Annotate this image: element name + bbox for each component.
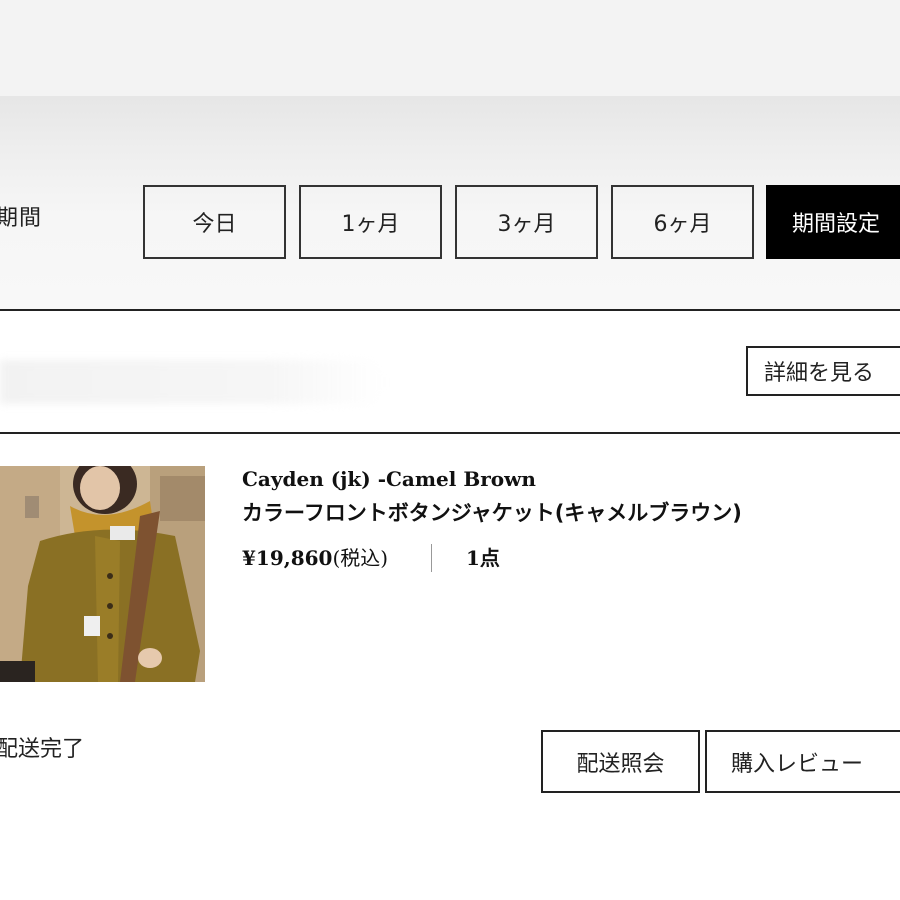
- period-custom-button[interactable]: 期間設定: [766, 185, 900, 259]
- tax-note: (税込): [332, 546, 389, 570]
- period-6month-button[interactable]: 6ヶ月: [611, 185, 754, 259]
- order-header-redacted: [0, 360, 385, 404]
- product-name[interactable]: カラーフロントボタンジャケット(キャメルブラウン): [242, 497, 742, 527]
- header-band: [0, 0, 900, 96]
- view-details-button[interactable]: 詳細を見る: [746, 346, 900, 396]
- filter-section: [0, 96, 900, 310]
- divider: [0, 309, 900, 311]
- track-delivery-button[interactable]: 配送照会: [541, 730, 700, 793]
- price-separator: [431, 544, 432, 572]
- delivery-status: 配送完了: [0, 737, 85, 762]
- product-thumbnail[interactable]: [0, 466, 205, 682]
- divider: [0, 432, 900, 434]
- write-review-button[interactable]: 購入レビュー: [705, 730, 900, 793]
- product-price: ¥19,860(税込): [242, 542, 388, 571]
- product-quantity: 1点: [466, 546, 500, 570]
- period-3month-button[interactable]: 3ヶ月: [455, 185, 598, 259]
- jacket-photo: [0, 466, 205, 682]
- product-brand-name[interactable]: Cayden (jk) -Camel Brown: [242, 467, 536, 491]
- period-today-button[interactable]: 今日: [143, 185, 286, 259]
- price-value: ¥19,860: [242, 546, 333, 570]
- period-1month-button[interactable]: 1ヶ月: [299, 185, 442, 259]
- period-label: 期間: [0, 206, 43, 231]
